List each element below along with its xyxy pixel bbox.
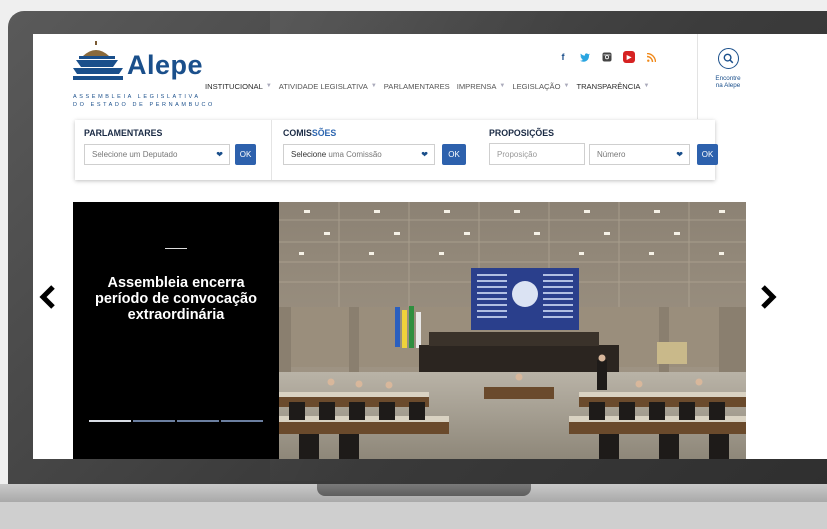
proposicoes-ok-button[interactable]: OK — [697, 144, 718, 165]
nav-institucional[interactable]: INSTITUCIONAL ▼ — [205, 79, 272, 93]
deputado-select-value: Selecione um Deputado — [92, 150, 178, 159]
browser-screen: Alepe ASSEMBLEIA LEGISLATIVA DO ESTADO D… — [33, 34, 827, 459]
main-nav: INSTITUCIONAL ▼ ATIVIDADE LEGISLATIVA ▼ PA… — [205, 79, 656, 93]
dome-icon — [73, 41, 123, 80]
slider-dot-3[interactable] — [177, 420, 219, 422]
chevron-down-icon: ❤ — [676, 150, 683, 159]
chevron-down-icon: ▼ — [370, 83, 377, 89]
news-slider: Assembleia encerra período de convocação… — [73, 202, 746, 459]
facebook-icon[interactable]: f — [557, 51, 569, 63]
nav-atividade-legislativa[interactable]: ATIVIDADE LEGISLATIVA ▼ — [279, 79, 377, 93]
comissoes-label: COMISSÕES — [283, 128, 336, 138]
numero-select[interactable]: Número ❤ — [589, 144, 690, 165]
laptop-notch — [317, 484, 531, 496]
floor — [0, 502, 827, 529]
search-icon — [717, 48, 739, 69]
nav-imprensa[interactable]: IMPRENSA ▼ — [457, 79, 506, 93]
proposicoes-search: PROPOSIÇÕES Proposição Número ❤ OK — [475, 120, 718, 180]
laptop-frame: Alepe ASSEMBLEIA LEGISLATIVA DO ESTADO D… — [0, 0, 827, 529]
proposicoes-label: PROPOSIÇÕES — [489, 128, 555, 138]
comissao-select[interactable]: Selecione uma Comissão ❤ — [283, 144, 435, 165]
rss-icon[interactable] — [645, 51, 657, 63]
chevron-down-icon: ❤ — [216, 150, 223, 159]
nav-parlamentares[interactable]: PARLAMENTARES — [384, 79, 450, 93]
comissoes-search: COMISSÕES Selecione uma Comissão ❤ OK — [271, 120, 476, 180]
twitter-icon[interactable] — [579, 51, 591, 63]
caption-divider — [165, 248, 187, 249]
chevron-down-icon: ▼ — [499, 83, 506, 89]
plenary-image — [279, 202, 746, 459]
locate-line2: na Alepe — [715, 82, 741, 89]
nav-label: TRANSPARÊNCIA — [576, 81, 641, 91]
chevron-right-icon[interactable] — [759, 285, 777, 309]
comissoes-ok-button[interactable]: OK — [442, 144, 466, 165]
youtube-icon[interactable]: ▶ — [623, 51, 635, 63]
proposicao-placeholder: Proposição — [497, 149, 538, 159]
instagram-icon[interactable] — [601, 51, 613, 63]
numero-select-value: Número — [597, 150, 626, 159]
nav-label: ATIVIDADE LEGISLATIVA — [278, 81, 368, 91]
social-links: f ▶ — [557, 51, 657, 63]
parlamentares-ok-button[interactable]: OK — [235, 144, 256, 165]
nav-transparencia[interactable]: TRANSPARÊNCIA ▼ — [576, 79, 649, 93]
chevron-down-icon: ▼ — [563, 83, 570, 89]
brand-subtitle-2: DO ESTADO DE PERNAMBUCO — [73, 102, 215, 108]
locate-label: Encontre na Alepe — [703, 75, 753, 89]
slider-dot-4[interactable] — [221, 420, 263, 422]
comissao-select-rest: uma Comissão — [326, 150, 382, 159]
header-divider — [697, 34, 698, 119]
quick-search-panel: PARLAMENTARES Selecione um Deputado ❤ OK… — [75, 120, 718, 180]
nav-label: LEGISLAÇÃO — [512, 81, 561, 91]
nav-legislacao[interactable]: LEGISLAÇÃO ▼ — [512, 79, 569, 93]
chevron-left-icon[interactable] — [39, 285, 57, 309]
parlamentares-label: PARLAMENTARES — [84, 128, 163, 138]
chevron-down-icon: ▼ — [643, 83, 650, 89]
slider-pagination — [89, 420, 263, 422]
brand-subtitle-1: ASSEMBLEIA LEGISLATIVA — [73, 94, 201, 100]
plenary-photo[interactable] — [279, 202, 746, 459]
slider-dot-1[interactable] — [89, 420, 131, 422]
proposicao-input[interactable]: Proposição — [489, 143, 585, 165]
slide-caption-box[interactable]: Assembleia encerra período de convocação… — [73, 202, 279, 459]
slider-dot-2[interactable] — [133, 420, 175, 422]
nav-label: INSTITUCIONAL — [205, 81, 263, 91]
encontre-na-alepe[interactable]: Encontre na Alepe — [703, 48, 753, 89]
slide-caption: Assembleia encerra período de convocação… — [95, 275, 257, 323]
chevron-down-icon: ❤ — [421, 150, 428, 159]
nav-label: PARLAMENTARES — [383, 81, 450, 91]
brand-name: Alepe — [127, 50, 204, 80]
chevron-down-icon: ▼ — [265, 83, 272, 89]
deputado-select[interactable]: Selecione um Deputado ❤ — [84, 144, 230, 165]
locate-line1: Encontre — [715, 75, 741, 82]
comissoes-label-main: COMIS — [283, 128, 312, 138]
alepe-logo[interactable]: Alepe ASSEMBLEIA LEGISLATIVA DO ESTADO D… — [73, 41, 233, 111]
comissao-select-value: Selecione — [291, 150, 327, 159]
nav-label: IMPRENSA — [456, 81, 497, 91]
parlamentares-search: PARLAMENTARES Selecione um Deputado ❤ OK — [75, 120, 271, 180]
comissoes-label-highlight: SÕES — [311, 128, 337, 138]
